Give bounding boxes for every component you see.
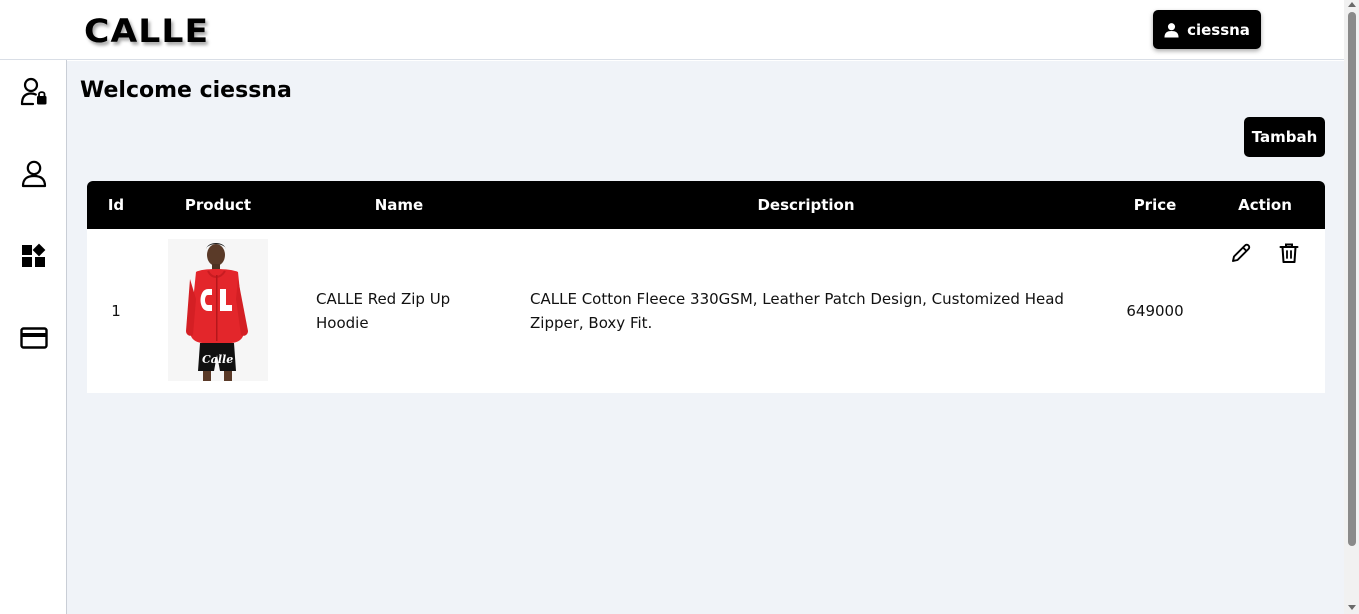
column-header-id[interactable]: Id [87, 181, 145, 229]
sidebar-item-admin[interactable] [18, 76, 50, 108]
sidebar-item-users[interactable] [18, 158, 50, 190]
column-header-description[interactable]: Description [527, 181, 1085, 229]
scroll-up-icon[interactable] [1348, 2, 1356, 7]
edit-pencil-icon [1232, 243, 1251, 262]
column-header-product[interactable]: Product [168, 181, 268, 229]
user-name-label: ciessna [1187, 20, 1250, 39]
table-row[interactable]: 1 Calle CALLE Red Zip Up Hoodie CALLE Co… [87, 229, 1325, 393]
product-image: Calle [168, 239, 268, 381]
products-table: Id Product Name Description Price Action… [87, 181, 1325, 393]
page-title: Welcome ciessna [80, 78, 292, 103]
cell-name: CALLE Red Zip Up Hoodie [316, 290, 451, 332]
scroll-down-icon[interactable] [1348, 605, 1356, 610]
svg-text:Calle: Calle [202, 353, 233, 366]
cell-price: 649000 [1126, 302, 1184, 320]
edit-button[interactable] [1229, 241, 1253, 265]
scrollbar-thumb[interactable] [1348, 12, 1356, 546]
dashboard-widgets-icon [22, 243, 46, 267]
user-icon [21, 160, 47, 188]
sidebar-item-dashboard[interactable] [18, 240, 50, 272]
column-header-action[interactable]: Action [1223, 181, 1307, 229]
page-scrollbar[interactable] [1344, 0, 1359, 614]
brand-logo[interactable]: CALLE [84, 12, 209, 50]
delete-trash-icon [1279, 243, 1299, 263]
cell-description: CALLE Cotton Fleece 330GSM, Leather Patc… [530, 290, 1064, 332]
table-header: Id Product Name Description Price Action [87, 181, 1325, 229]
sidebar-item-payment[interactable] [18, 322, 50, 354]
cell-id: 1 [111, 302, 121, 320]
credit-card-icon [20, 327, 48, 349]
user-icon [1164, 22, 1179, 37]
admin-lock-user-icon [20, 77, 47, 106]
delete-button[interactable] [1277, 241, 1301, 265]
row-actions [1223, 241, 1303, 265]
main-content: Welcome ciessna Tambah Id Product Name D… [67, 61, 1344, 614]
top-navbar: CALLE ciessna [0, 0, 1344, 60]
column-header-price[interactable]: Price [1117, 181, 1193, 229]
sidebar [0, 60, 67, 614]
add-button[interactable]: Tambah [1244, 117, 1325, 157]
user-menu-button[interactable]: ciessna [1153, 10, 1261, 49]
column-header-name[interactable]: Name [299, 181, 499, 229]
